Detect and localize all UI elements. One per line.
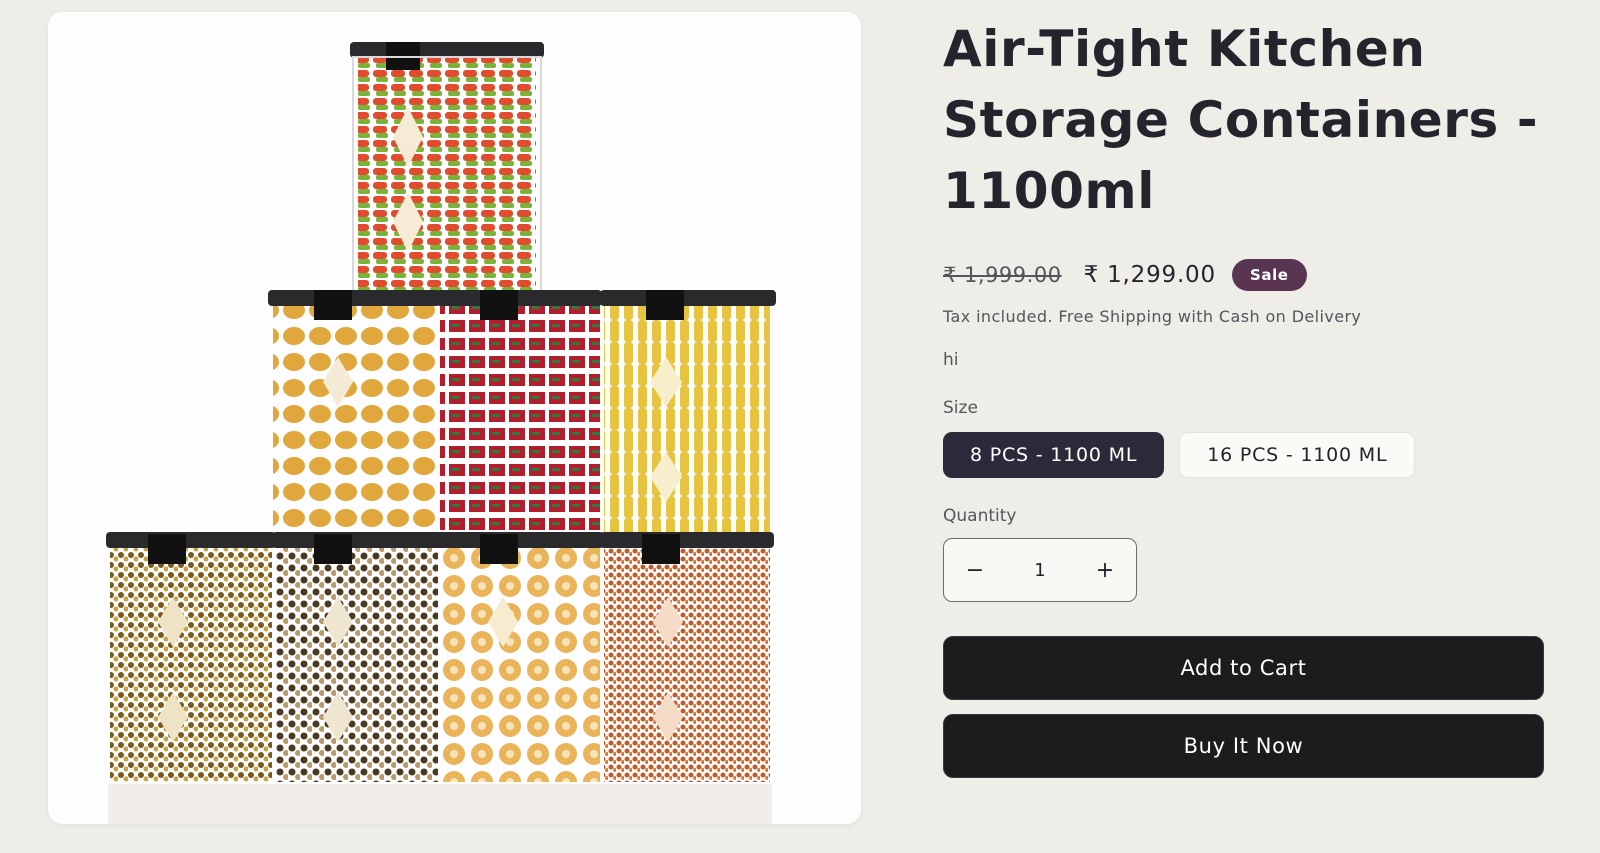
buy-now-button[interactable]: Buy It Now [943,714,1544,778]
tax-note: Tax included. Free Shipping with Cash on… [943,307,1362,326]
quantity-increase-button[interactable]: + [1074,558,1136,583]
add-to-cart-button[interactable]: Add to Cart [943,636,1544,700]
container-bottom-row [106,532,774,782]
quantity-input[interactable]: 1 [1006,560,1074,581]
size-option-8-pcs[interactable]: 8 PCS - 1100 ML [943,432,1165,478]
size-option-16-pcs[interactable]: 16 PCS - 1100 ML [1179,432,1416,478]
quantity-decrease-button[interactable]: − [944,558,1006,583]
product-image[interactable] [48,12,861,824]
product-title: Air-Tight Kitchen Storage Containers - 1… [943,20,1539,220]
container-middle-row [268,290,776,534]
price-row: ₹ 1,999.00 ₹ 1,299.00 Sale [943,257,1543,293]
size-label: Size [943,398,978,418]
product-photo [106,42,776,824]
quantity-stepper: − 1 + [943,538,1137,602]
compare-at-price: ₹ 1,999.00 [943,263,1062,287]
quantity-label: Quantity [943,506,1017,526]
product-info: Air-Tight Kitchen Storage Containers - 1… [943,14,1544,778]
sale-price: ₹ 1,299.00 [1083,262,1216,288]
product-description: hi [943,350,959,370]
sale-badge: Sale [1231,259,1307,291]
size-selector: 8 PCS - 1100 ML 16 PCS - 1100 ML [943,432,1543,478]
reflection [108,784,772,824]
container-top [350,42,544,293]
